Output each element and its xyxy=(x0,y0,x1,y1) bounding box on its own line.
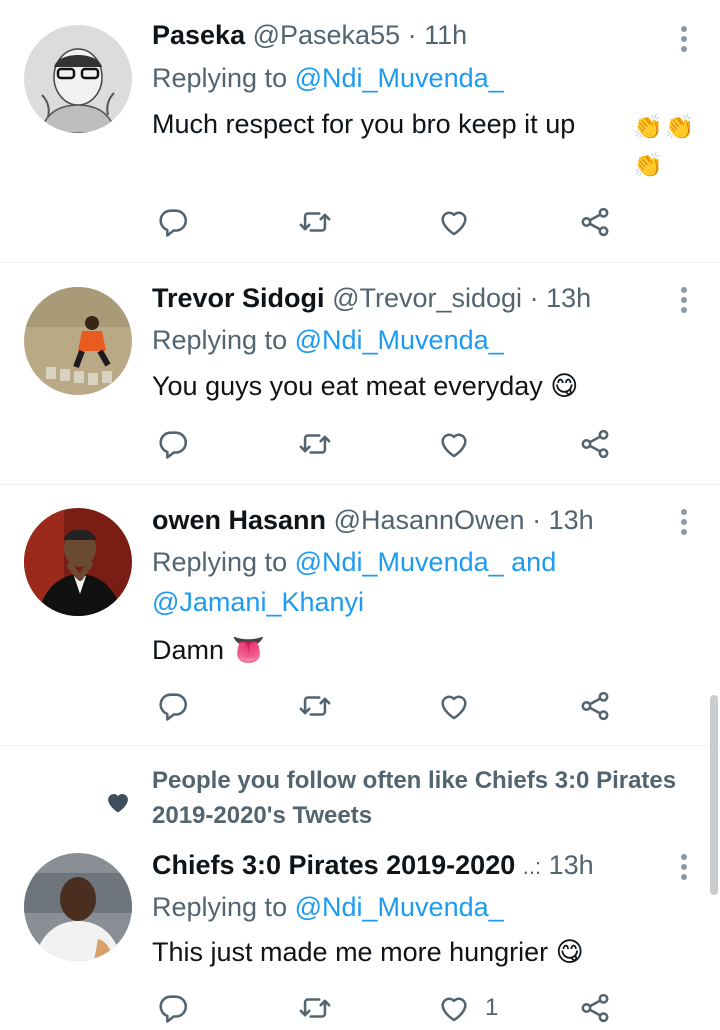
separator-dot: · xyxy=(529,283,539,313)
replying-to: Replying to @Ndi_Muvenda_ xyxy=(152,892,504,923)
timestamp[interactable]: 13h xyxy=(549,505,594,535)
social-heart-icon xyxy=(108,794,128,813)
timestamp[interactable]: 13h xyxy=(549,850,594,880)
mention-link[interactable]: @Ndi_Muvenda_ xyxy=(295,63,504,93)
reply-icon xyxy=(156,689,190,723)
retweet-icon xyxy=(298,991,332,1025)
retweet-icon xyxy=(298,689,332,723)
more-vertical-icon[interactable] xyxy=(680,509,688,539)
tweet-actions xyxy=(152,426,632,462)
tweet-text-content: Much respect for you bro keep it up xyxy=(152,109,576,139)
reply-button[interactable] xyxy=(156,688,190,724)
tweet-header: owen Hasann @HasannOwen · 13h xyxy=(152,505,594,536)
share-button[interactable] xyxy=(578,204,612,240)
mention-link[interactable]: @Ndi_Muvenda_ xyxy=(295,892,504,922)
separator-dot: · xyxy=(532,505,542,535)
reply-button[interactable] xyxy=(156,204,190,240)
reply-icon xyxy=(156,205,190,239)
replying-to: Replying to @Ndi_Muvenda_ xyxy=(152,63,504,94)
replying-to: Replying to @Ndi_Muvenda_ and xyxy=(152,547,556,578)
reply-button[interactable] xyxy=(156,990,190,1026)
username-truncated[interactable]: ..: xyxy=(523,854,541,879)
tweet-text-content: You guys you eat meat everyday xyxy=(152,371,543,401)
heart-icon xyxy=(437,991,471,1025)
display-name[interactable]: Paseka xyxy=(152,20,245,50)
replying-to: Replying to @Ndi_Muvenda_ xyxy=(152,325,504,356)
retweet-button[interactable] xyxy=(298,688,332,724)
like-count: 1 xyxy=(485,994,499,1021)
share-icon xyxy=(578,991,612,1025)
scrollbar[interactable] xyxy=(710,695,718,895)
replying-label: Replying to xyxy=(152,325,288,355)
share-button[interactable] xyxy=(578,688,612,724)
retweet-icon xyxy=(298,205,332,239)
reply-button[interactable] xyxy=(156,426,190,462)
tweet-2[interactable]: Trevor Sidogi @Trevor_sidogi · 13h Reply… xyxy=(0,263,720,484)
share-icon xyxy=(578,205,612,239)
heart-icon xyxy=(437,689,471,723)
retweet-button[interactable] xyxy=(298,426,332,462)
tweet-actions: 1 xyxy=(152,990,632,1026)
display-name[interactable]: owen Hasann xyxy=(152,505,326,535)
tweet-text: Much respect for you bro keep it up xyxy=(152,109,575,140)
avatar[interactable] xyxy=(24,25,132,133)
username[interactable]: @Trevor_sidogi xyxy=(332,283,522,313)
replying-label: Replying to xyxy=(152,63,288,93)
tweet-text: This just made me more hungrier 😋 xyxy=(152,937,584,968)
separator-dot: · xyxy=(407,20,417,50)
timestamp[interactable]: 13h xyxy=(546,283,591,313)
tweet-header: Chiefs 3:0 Pirates 2019-2020 ..: 13h xyxy=(152,850,594,881)
reply-icon xyxy=(156,991,190,1025)
share-button[interactable] xyxy=(578,426,612,462)
avatar[interactable] xyxy=(24,287,132,395)
tweet-actions xyxy=(152,688,632,724)
emoji-line: 👏👏👏 xyxy=(633,114,697,179)
tweet-text-content: This just made me more hungrier xyxy=(152,937,549,967)
more-vertical-icon[interactable] xyxy=(680,854,688,884)
more-vertical-icon[interactable] xyxy=(680,287,688,317)
like-button[interactable] xyxy=(437,204,485,240)
replying-to-cont: @Jamani_Khanyi xyxy=(152,587,364,618)
avatar[interactable] xyxy=(24,508,132,616)
yum-emoji: 😋 xyxy=(555,937,584,967)
and-others-link[interactable]: and xyxy=(511,547,556,577)
tweet-actions xyxy=(152,204,632,240)
tweet-text: You guys you eat meat everyday 😋 xyxy=(152,371,578,402)
heart-icon xyxy=(437,205,471,239)
retweet-button[interactable] xyxy=(298,990,332,1026)
like-button[interactable] xyxy=(437,426,485,462)
tongue-emoji: 👅 xyxy=(231,635,266,665)
timestamp[interactable]: 11h xyxy=(424,20,467,50)
replying-label: Replying to xyxy=(152,547,288,577)
display-name[interactable]: Chiefs 3:0 Pirates 2019-2020 xyxy=(152,850,515,880)
tweet-1[interactable]: Paseka @Paseka55 · 11h Replying to @Ndi_… xyxy=(0,0,720,262)
yum-emoji: 😋 xyxy=(550,371,579,401)
reply-icon xyxy=(156,427,190,461)
tweet-header: Trevor Sidogi @Trevor_sidogi · 13h xyxy=(152,283,591,314)
display-name[interactable]: Trevor Sidogi xyxy=(152,283,325,313)
more-vertical-icon[interactable] xyxy=(680,26,688,56)
retweet-button[interactable] xyxy=(298,204,332,240)
mention-link[interactable]: @Jamani_Khanyi xyxy=(152,587,364,617)
avatar[interactable] xyxy=(24,853,132,961)
share-button[interactable] xyxy=(578,990,612,1026)
tweet-text-content: Damn xyxy=(152,635,225,665)
mention-link[interactable]: @Ndi_Muvenda_ xyxy=(295,325,504,355)
heart-icon xyxy=(437,427,471,461)
like-button[interactable]: 1 xyxy=(437,990,498,1026)
username[interactable]: @Paseka55 xyxy=(253,20,401,50)
social-context[interactable]: People you follow often like Chiefs 3:0 … xyxy=(152,763,720,833)
replying-label: Replying to xyxy=(152,892,288,922)
tweet-4[interactable]: People you follow often like Chiefs 3:0 … xyxy=(0,746,720,1030)
mention-link[interactable]: @Ndi_Muvenda_ xyxy=(295,547,504,577)
tweet-header: Paseka @Paseka55 · 11h xyxy=(152,20,467,51)
username[interactable]: @HasannOwen xyxy=(334,505,525,535)
tweet-text: Damn 👅 xyxy=(152,634,265,666)
like-button[interactable] xyxy=(437,688,485,724)
share-icon xyxy=(578,427,612,461)
share-icon xyxy=(578,689,612,723)
retweet-icon xyxy=(298,427,332,461)
tweet-3[interactable]: owen Hasann @HasannOwen · 13h Replying t… xyxy=(0,485,720,745)
